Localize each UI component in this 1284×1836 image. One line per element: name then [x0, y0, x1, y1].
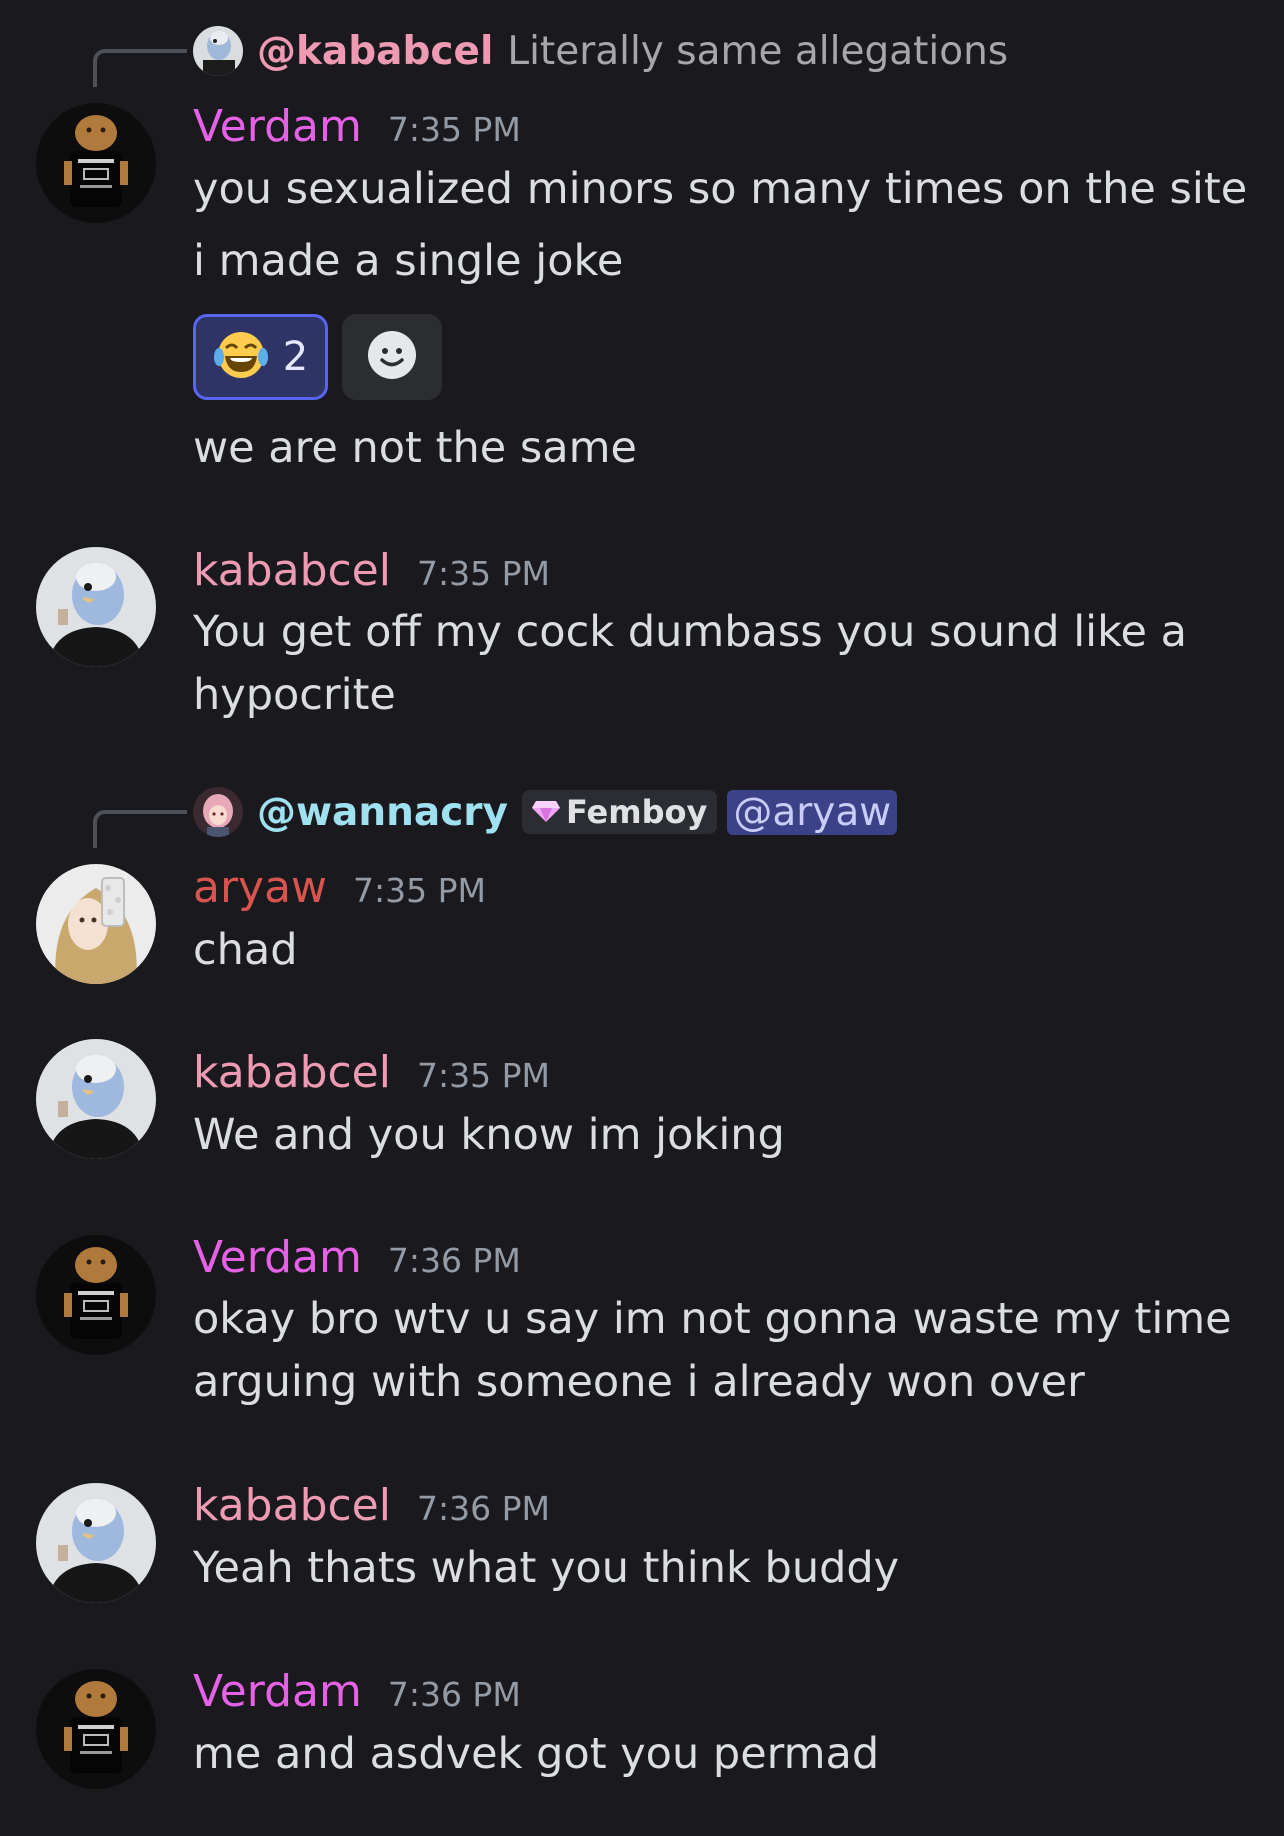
- laughing-crying-emoji-icon: [213, 329, 269, 385]
- message-text: We and you know im joking: [193, 1110, 785, 1160]
- budgie-avatar-icon: [193, 26, 243, 76]
- reply-preview[interactable]: @kababcel Literally same allegations: [193, 26, 1009, 76]
- message-text: arguing with someone i already won over: [193, 1357, 1085, 1407]
- username[interactable]: kababcel: [193, 1047, 391, 1098]
- timestamp: 7:35 PM: [416, 1056, 550, 1095]
- reply-mention[interactable]: @kababcel: [257, 29, 493, 74]
- message-header: kababcel 7:35 PM: [193, 1047, 550, 1098]
- message-header: Verdam 7:36 PM: [193, 1232, 521, 1283]
- message-text: chad: [193, 925, 298, 975]
- add-reaction-smiley-icon: [366, 329, 418, 385]
- add-reaction-button[interactable]: [342, 314, 442, 400]
- reactions-row: 2: [193, 314, 442, 400]
- role-tag: Femboy: [521, 790, 718, 834]
- avatar-aryaw[interactable]: [36, 864, 156, 984]
- username[interactable]: Verdam: [193, 1232, 362, 1283]
- reply-connector: [93, 810, 187, 848]
- avatar-verdam[interactable]: [36, 103, 156, 223]
- avatar-kababcel[interactable]: [36, 1483, 156, 1603]
- diamond-icon: [531, 793, 560, 831]
- avatar-verdam[interactable]: [36, 1235, 156, 1355]
- avatar-kababcel[interactable]: [36, 1039, 156, 1159]
- message-text: you sexualized minors so many times on t…: [193, 164, 1248, 214]
- reaction-button[interactable]: 2: [193, 314, 328, 400]
- reply-mention[interactable]: @wannacry: [257, 790, 508, 835]
- timestamp: 7:36 PM: [387, 1241, 521, 1280]
- timestamp: 7:36 PM: [416, 1489, 550, 1528]
- chat-log: @kababcel Literally same allegations Ver…: [0, 0, 1284, 1836]
- message-text: hypocrite: [193, 670, 396, 720]
- message-header: Verdam 7:36 PM: [193, 1666, 521, 1717]
- username[interactable]: aryaw: [193, 862, 327, 913]
- timestamp: 7:35 PM: [353, 871, 487, 910]
- message-header: aryaw 7:35 PM: [193, 862, 486, 913]
- avatar-verdam[interactable]: [36, 1669, 156, 1789]
- mention-highlight[interactable]: @aryaw: [727, 789, 898, 835]
- reply-text: Literally same allegations: [507, 28, 1009, 74]
- anime-avatar-icon: [193, 787, 243, 837]
- message-text: okay bro wtv u say im not gonna waste my…: [193, 1294, 1232, 1344]
- message-text: i made a single joke: [193, 236, 624, 286]
- message-text: You get off my cock dumbass you sound li…: [193, 607, 1187, 657]
- timestamp: 7:36 PM: [387, 1675, 521, 1714]
- reply-connector: [93, 49, 187, 87]
- username[interactable]: Verdam: [193, 1666, 362, 1717]
- role-tag-label: Femboy: [565, 793, 708, 831]
- reaction-count: 2: [282, 334, 309, 380]
- message-header: kababcel 7:36 PM: [193, 1480, 550, 1531]
- message-text: we are not the same: [193, 423, 637, 473]
- username[interactable]: kababcel: [193, 545, 391, 596]
- timestamp: 7:35 PM: [387, 110, 521, 149]
- message-text: Yeah thats what you think buddy: [193, 1543, 900, 1593]
- username[interactable]: Verdam: [193, 101, 362, 152]
- avatar-kababcel[interactable]: [36, 547, 156, 667]
- username[interactable]: kababcel: [193, 1480, 391, 1531]
- reply-preview[interactable]: @wannacry Femboy @aryaw: [193, 787, 898, 837]
- message-header: kababcel 7:35 PM: [193, 545, 550, 596]
- message-text: me and asdvek got you permad: [193, 1729, 880, 1779]
- timestamp: 7:35 PM: [416, 554, 550, 593]
- message-header: Verdam 7:35 PM: [193, 101, 521, 152]
